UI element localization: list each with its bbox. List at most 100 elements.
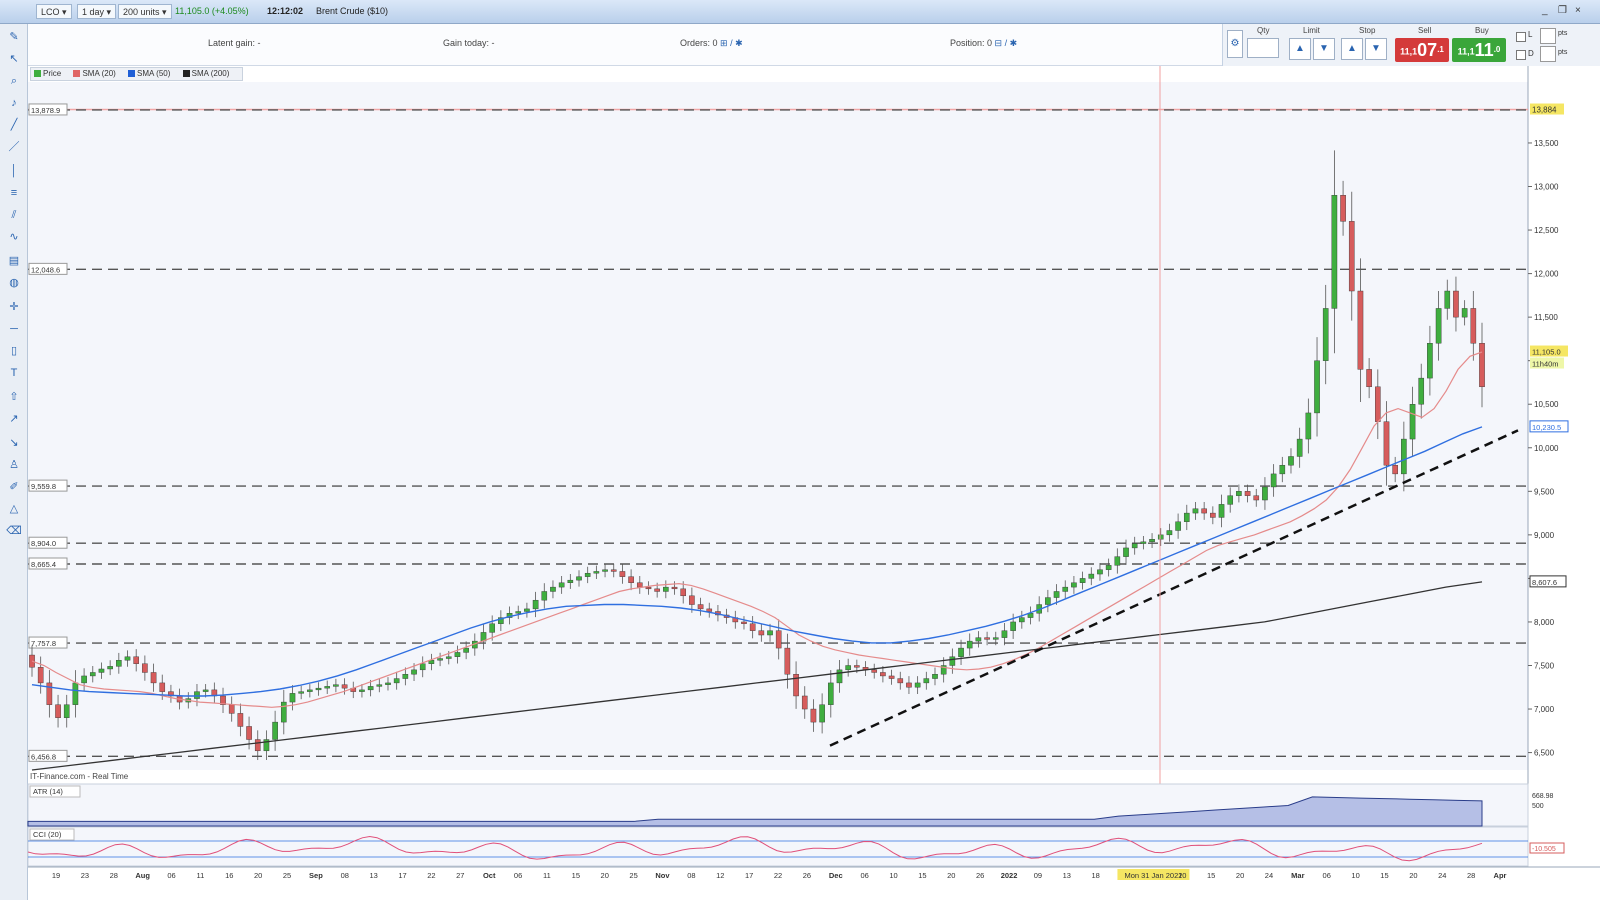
candle-body — [767, 630, 773, 636]
candle-body — [680, 588, 687, 597]
candle-body — [107, 666, 113, 670]
candle-body — [706, 608, 713, 612]
candle-body — [1114, 556, 1121, 566]
candle-body — [385, 682, 391, 685]
candle-body — [576, 576, 582, 581]
x-tick-label: 15 — [572, 871, 580, 880]
x-tick-label: 15 — [1380, 871, 1388, 880]
candle-body — [1010, 621, 1016, 631]
candle-body — [454, 652, 461, 657]
sma50-value-label: 10,230.5 — [1532, 423, 1561, 432]
y-tick-label: 7,500 — [1534, 661, 1555, 670]
candle-body — [324, 686, 331, 689]
candle-body — [645, 586, 652, 590]
candle-body — [1418, 377, 1425, 405]
candle-body — [150, 672, 157, 684]
candle-body — [1183, 512, 1190, 522]
x-tick-label: Mar — [1291, 871, 1304, 880]
candle-body — [932, 674, 938, 679]
candle-body — [1444, 290, 1451, 309]
candle-body — [393, 678, 400, 684]
candle-body — [1001, 630, 1008, 638]
candle-body — [532, 599, 539, 610]
y-tick-label: 9,000 — [1534, 531, 1555, 540]
y-tick-label: 8,000 — [1534, 618, 1555, 627]
candle-body — [880, 672, 886, 677]
candle-body — [749, 623, 756, 631]
x-tick-label: 10 — [889, 871, 897, 880]
level-label: 7,757.8 — [31, 639, 56, 648]
x-tick-label: 10 — [1178, 871, 1186, 880]
x-tick-label: 17 — [398, 871, 406, 880]
candle-body — [619, 571, 626, 577]
candle-body — [1210, 512, 1216, 518]
candle-body — [89, 672, 96, 677]
y-tick-label: 7,000 — [1534, 705, 1555, 714]
candle-body — [63, 704, 70, 718]
candle-body — [1262, 486, 1268, 501]
current-price-label: 11,105.0 — [1532, 348, 1561, 357]
candle-body — [1340, 195, 1346, 222]
candle-body — [1461, 308, 1468, 318]
candle-body — [246, 726, 252, 740]
candle-body — [663, 586, 669, 592]
x-tick-label: 12 — [716, 871, 724, 880]
x-tick-label: 13 — [1063, 871, 1071, 880]
x-tick-label: 20 — [1409, 871, 1417, 880]
x-tick-label: 22 — [774, 871, 782, 880]
x-tick-label: 08 — [341, 871, 349, 880]
countdown-label: 11h40m — [1532, 360, 1559, 369]
candle-body — [1201, 508, 1207, 514]
candle-body — [1366, 369, 1372, 388]
x-tick-label: 13 — [370, 871, 378, 880]
candle-body — [888, 675, 895, 679]
x-tick-label: Dec — [829, 871, 843, 880]
candle-body — [1071, 582, 1077, 588]
level-label: 6,456.8 — [31, 752, 56, 761]
candle-body — [775, 630, 782, 649]
candle-body — [72, 682, 79, 705]
candle-body — [1218, 504, 1225, 518]
candle-body — [845, 665, 851, 671]
candle-body — [376, 684, 383, 687]
price-chart[interactable]: 6,5007,0007,5008,0008,5009,0009,50010,00… — [0, 0, 1600, 900]
candle-body — [1227, 495, 1234, 505]
x-tick-label: 23 — [81, 871, 89, 880]
candle-body — [1305, 412, 1312, 440]
candle-body — [341, 684, 348, 689]
candle-body — [1479, 343, 1485, 388]
x-tick-label: 11 — [197, 871, 205, 880]
candle-body — [333, 684, 339, 687]
candle-body — [315, 687, 322, 691]
candle-body — [1322, 308, 1329, 361]
candle-body — [1140, 541, 1147, 544]
candle-body — [1453, 290, 1459, 318]
candle-body — [836, 669, 843, 684]
x-tick-label: 2022 — [1001, 871, 1018, 880]
candle-body — [1435, 308, 1442, 344]
candle-body — [1053, 591, 1060, 598]
x-tick-label: 20 — [601, 871, 609, 880]
x-tick-label: 08 — [687, 871, 695, 880]
candle-body — [55, 704, 61, 718]
x-tick-label: Nov — [655, 871, 670, 880]
candle-body — [758, 630, 765, 636]
x-tick-label: 20 — [254, 871, 262, 880]
candle-body — [367, 686, 374, 691]
x-tick-label: 09 — [1034, 871, 1042, 880]
candle-body — [689, 595, 695, 605]
candle-body — [1244, 491, 1251, 496]
x-tick-label: 06 — [1323, 871, 1331, 880]
x-axis-background — [28, 867, 1600, 900]
x-tick-label: 25 — [283, 871, 291, 880]
x-tick-label: 16 — [225, 871, 233, 880]
candle-body — [958, 647, 964, 657]
x-tick-label: Apr — [1494, 871, 1507, 880]
candle-body — [854, 665, 860, 668]
candle-body — [584, 572, 591, 577]
x-tick-label: 27 — [456, 871, 464, 880]
candle-body — [280, 701, 287, 723]
x-tick-label: 22 — [427, 871, 435, 880]
candle-body — [1166, 530, 1173, 536]
candle-body — [1079, 578, 1086, 583]
